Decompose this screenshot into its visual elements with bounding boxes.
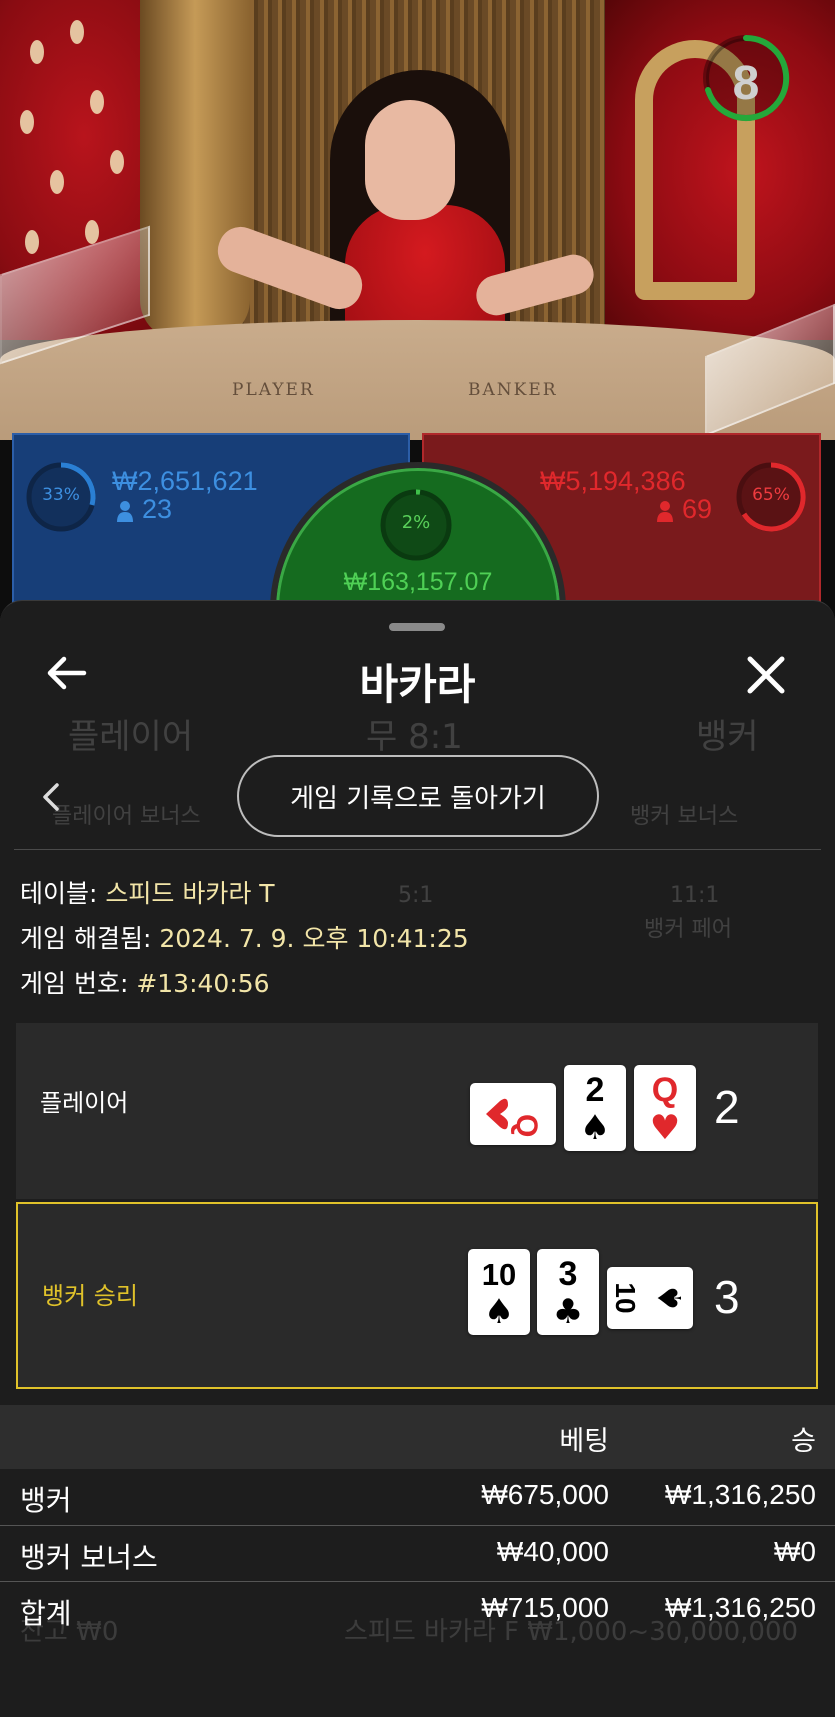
banker-bet-amount: ₩5,194,386 bbox=[540, 466, 686, 496]
tie-bet-amount: ₩163,157.07 bbox=[343, 568, 493, 596]
table-row: 뱅커 ₩675,000 ₩1,316,250 bbox=[0, 1469, 835, 1525]
resolved-info-label: 게임 해결됨: bbox=[20, 924, 152, 953]
card-ten-spades-sideways: 10 ♠ bbox=[610, 1282, 689, 1313]
table-info-value: 스피드 바카라 T bbox=[105, 879, 275, 908]
bet-type-label: 뱅커 bbox=[20, 1484, 72, 1517]
win-amount: ₩1,316,250 bbox=[665, 1479, 816, 1510]
playing-card: 10 ♠ bbox=[607, 1267, 693, 1329]
card-two-spades: 2 ♠ bbox=[580, 1071, 610, 1148]
sheet-grab-handle[interactable] bbox=[389, 623, 445, 631]
resolved-info-value: 2024. 7. 9. 오후 10:41:25 bbox=[159, 924, 469, 953]
ghost-odds-right: 11:1 bbox=[670, 883, 720, 908]
card-rank: 10 bbox=[610, 1282, 641, 1313]
ghost-odds-mid: 5:1 bbox=[398, 883, 434, 908]
dealer-face bbox=[365, 100, 455, 220]
card-queen-hearts-sideways: Q bbox=[486, 1098, 543, 1137]
bet-type-label: 뱅커 보너스 bbox=[20, 1541, 158, 1574]
card-suit: ♥ bbox=[650, 1108, 680, 1148]
ghost-player-label: 플레이어 bbox=[68, 717, 194, 757]
countdown-timer-value: 8 bbox=[732, 57, 760, 110]
bet-table-header bbox=[0, 1405, 835, 1469]
player-user-icon bbox=[117, 501, 133, 522]
game-number-info: 게임 번호: #13:40:56 bbox=[20, 964, 270, 1000]
ghost-banker-label: 뱅커 bbox=[696, 717, 759, 757]
card-ten-spades: 10 ♠ bbox=[482, 1257, 516, 1332]
playing-card: 2 ♠ bbox=[564, 1065, 626, 1151]
banker-result-row: 뱅커 승리 3 bbox=[16, 1202, 818, 1389]
banker-user-icon bbox=[657, 501, 673, 522]
card-suit: ♠ bbox=[651, 1284, 689, 1313]
card-rank: 10 bbox=[482, 1257, 516, 1292]
close-icon[interactable] bbox=[746, 655, 786, 695]
ghost-banker-bonus: 뱅커 보너스 bbox=[630, 804, 739, 829]
ghost-balance: 잔고 ₩0 bbox=[20, 1617, 119, 1647]
bet-column-header: 베팅 bbox=[559, 1426, 609, 1457]
back-to-history-button[interactable]: 게임 기록으로 돌아가기 bbox=[237, 755, 599, 837]
ghost-banker-pair: 뱅커 페어 bbox=[644, 917, 732, 942]
player-bet-amount: ₩2,651,621 bbox=[112, 466, 258, 496]
game-number-value: #13:40:56 bbox=[136, 969, 270, 998]
player-result-label: 플레이어 bbox=[40, 1089, 129, 1117]
card-rank: 3 bbox=[559, 1255, 578, 1293]
table-label-banker: BANKER bbox=[468, 380, 558, 400]
playing-card: 3 ♣ bbox=[537, 1249, 599, 1335]
divider bbox=[14, 849, 821, 850]
game-history-sheet: 플레이어 무 8:1 뱅커 플레이어 보너스 뱅커 보너스 5:1 11:1 뱅… bbox=[0, 600, 835, 1717]
player-bettor-count: 23 bbox=[142, 494, 173, 524]
playing-card: Q bbox=[470, 1083, 556, 1145]
game-number-label: 게임 번호: bbox=[20, 969, 129, 998]
card-suit: ♠ bbox=[580, 1108, 610, 1148]
banker-bettor-count: 69 bbox=[682, 494, 713, 524]
chevron-left-icon[interactable] bbox=[40, 781, 62, 813]
card-rank: Q bbox=[510, 1114, 543, 1137]
table-label-player: PLAYER bbox=[232, 380, 315, 400]
card-three-clubs: 3 ♣ bbox=[553, 1255, 583, 1332]
left-pillar bbox=[140, 0, 250, 340]
tie-percent: 2% bbox=[401, 512, 431, 533]
win-amount: ₩0 bbox=[774, 1536, 816, 1567]
playing-card: Q ♥ bbox=[634, 1065, 696, 1151]
player-percent: 33% bbox=[42, 485, 80, 505]
bet-amount: ₩40,000 bbox=[496, 1536, 609, 1567]
ghost-player-bonus: 플레이어 보너스 bbox=[52, 804, 201, 829]
card-suit: ♣ bbox=[553, 1292, 583, 1332]
sheet-title: 바카라 bbox=[359, 660, 476, 709]
card-rank: 2 bbox=[586, 1071, 605, 1109]
card-queen-hearts: Q ♥ bbox=[650, 1071, 680, 1148]
card-suit: ♠ bbox=[484, 1292, 514, 1332]
playing-card: 10 ♠ bbox=[468, 1249, 530, 1335]
player-score: 2 bbox=[714, 1081, 740, 1133]
win-column-header: 승 bbox=[791, 1426, 816, 1457]
table-info: 테이블: 스피드 바카라 T bbox=[20, 874, 275, 910]
table-row: 뱅커 보너스 ₩40,000 ₩0 bbox=[0, 1525, 835, 1581]
ghost-table-limits: 스피드 바카라 F ₩1,000~30,000,000 bbox=[344, 1617, 799, 1647]
card-rank: Q bbox=[652, 1071, 678, 1109]
player-result-row: 플레이어 2 bbox=[16, 1023, 818, 1199]
banker-score: 3 bbox=[714, 1271, 740, 1323]
banker-percent: 65% bbox=[752, 485, 790, 505]
banker-result-label: 뱅커 승리 bbox=[42, 1282, 138, 1310]
resolved-info: 게임 해결됨: 2024. 7. 9. 오후 10:41:25 bbox=[20, 919, 469, 955]
ghost-tie-label: 무 8:1 bbox=[366, 717, 463, 757]
bet-amount: ₩675,000 bbox=[481, 1479, 609, 1510]
table-info-label: 테이블: bbox=[20, 879, 98, 908]
